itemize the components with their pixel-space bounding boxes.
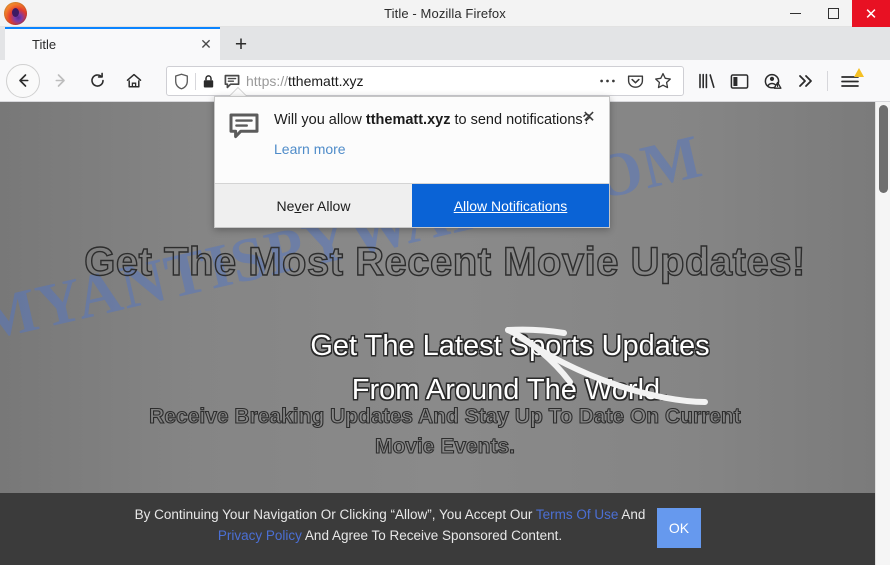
forward-arrow-icon: [43, 64, 77, 98]
sidebar-icon[interactable]: [723, 66, 756, 96]
consent-text-part-3: And Agree To Receive Sponsored Content.: [301, 528, 563, 543]
learn-more-link[interactable]: Learn more: [274, 141, 346, 157]
headline-secondary-line-1: Get The Latest Sports Updates: [310, 330, 710, 362]
consent-text: By Continuing Your Navigation Or Clickin…: [120, 504, 660, 546]
popup-question-prefix: Will you allow: [274, 112, 366, 128]
window-title: Title - Mozilla Firefox: [384, 6, 506, 21]
close-icon[interactable]: ✕: [192, 28, 220, 61]
never-allow-post: er Allow: [301, 197, 351, 214]
url-text[interactable]: https://tthematt.xyz: [244, 73, 593, 89]
privacy-policy-link[interactable]: Privacy Policy: [218, 528, 302, 543]
vertical-scrollbar[interactable]: [875, 102, 890, 565]
popup-question: Will you allow tthematt.xyz to send noti…: [274, 111, 595, 130]
browser-toolbar-right: [690, 60, 866, 102]
close-icon[interactable]: ✕: [579, 107, 599, 127]
maximize-button[interactable]: [814, 0, 852, 27]
tab-title[interactable]: Title ✕: [5, 27, 220, 60]
popup-copy: Will you allow tthematt.xyz to send noti…: [271, 111, 595, 184]
never-allow-pre: Ne: [276, 197, 295, 214]
home-icon[interactable]: [117, 64, 151, 98]
new-tab-button[interactable]: +: [224, 29, 258, 60]
ellipsis-icon[interactable]: [593, 68, 621, 94]
library-icon[interactable]: [690, 66, 723, 96]
allow-notifications-label: Allow Notifications: [453, 197, 568, 214]
account-warning-icon[interactable]: [756, 66, 789, 96]
urlbar-actions: [593, 68, 683, 94]
window-controls: ✕: [776, 0, 890, 27]
title-bar: Title - Mozilla Firefox ✕: [0, 0, 890, 27]
url-scheme: https://: [246, 73, 289, 89]
back-arrow-icon[interactable]: [6, 63, 40, 98]
update-warning-badge: [854, 68, 864, 77]
page-headline-primary: Get The Most Recent Movie Updates!: [84, 239, 806, 284]
chevron-double-right-icon[interactable]: [789, 66, 822, 96]
page-headline-secondary: Get The Latest Sports Updates From Aroun…: [0, 324, 890, 412]
notification-permission-icon[interactable]: [220, 74, 244, 89]
consent-text-part-1: By Continuing Your Navigation Or Clickin…: [134, 507, 536, 522]
ok-button[interactable]: OK: [657, 508, 701, 548]
star-icon[interactable]: [649, 68, 677, 94]
tab-label: Title: [32, 37, 57, 52]
notification-permission-popup: Will you allow tthematt.xyz to send noti…: [214, 96, 610, 228]
padlock-icon[interactable]: [196, 74, 220, 89]
page-subtext-line-1: Receive Breaking Updates And Stay Up To …: [149, 404, 742, 428]
popup-body: Will you allow tthematt.xyz to send noti…: [215, 97, 609, 184]
popup-question-host: tthematt.xyz: [365, 112, 451, 128]
page-subtext: Receive Breaking Updates And Stay Up To …: [0, 402, 890, 462]
never-allow-button[interactable]: Ne v er Allow: [215, 184, 412, 227]
notification-bubble-icon: [229, 111, 271, 184]
url-host: tthematt.xyz: [288, 73, 364, 89]
popup-question-suffix: to send notifications?: [450, 112, 591, 128]
tracking-protection-shield-icon[interactable]: [167, 73, 195, 90]
never-allow-accesskey: v: [294, 197, 302, 214]
toolbar-separator: [827, 71, 828, 91]
page-subtext-line-2: Movie Events.: [374, 434, 516, 458]
minimize-button[interactable]: [776, 0, 814, 27]
reload-icon[interactable]: [80, 64, 114, 98]
pocket-icon[interactable]: [621, 68, 649, 94]
consent-footer: By Continuing Your Navigation Or Clickin…: [0, 493, 890, 565]
tab-bar: Title ✕ +: [0, 27, 890, 60]
vertical-scroll-thumb[interactable]: [879, 105, 888, 193]
browser-window: Title - Mozilla Firefox ✕ Title ✕ + http…: [0, 0, 890, 565]
consent-text-part-2: And: [618, 507, 646, 522]
close-button[interactable]: ✕: [852, 0, 890, 27]
allow-notifications-button[interactable]: Allow Notifications: [412, 184, 609, 227]
terms-of-use-link[interactable]: Terms Of Use: [536, 507, 619, 522]
hamburger-menu-icon[interactable]: [833, 66, 866, 96]
popup-actions: Ne v er Allow Allow Notifications: [215, 183, 609, 227]
